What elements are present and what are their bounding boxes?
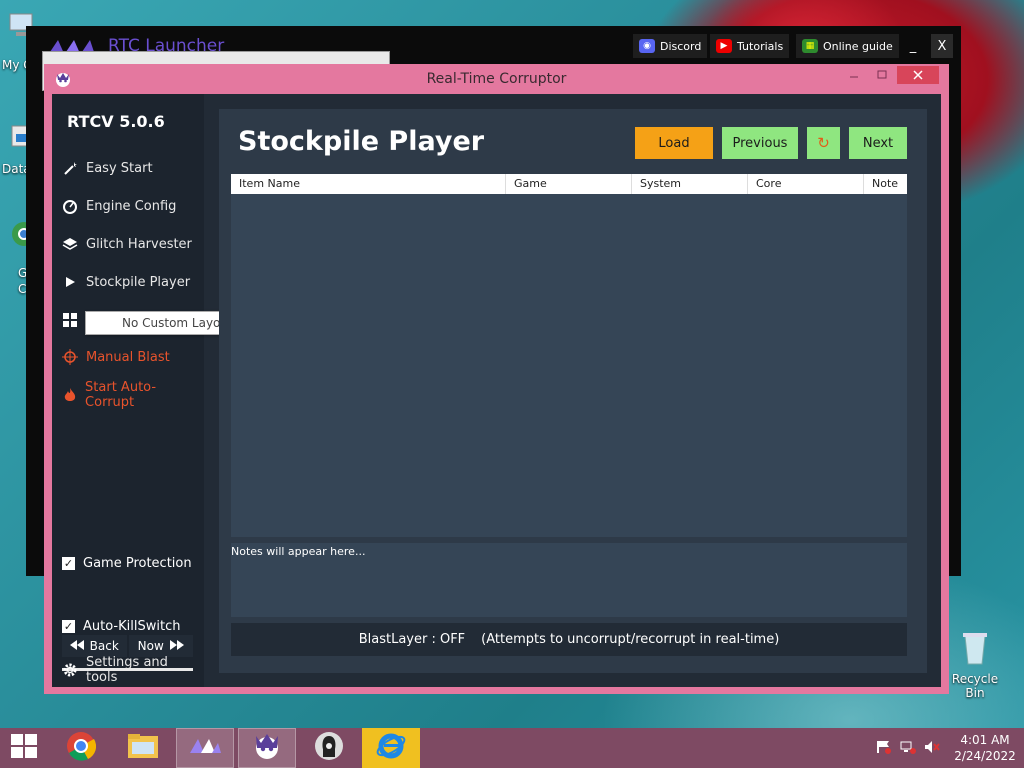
discord-icon: ◉ [639, 39, 655, 53]
nav-label: Easy Start [86, 160, 153, 176]
game-protection-label: Game Protection [83, 556, 192, 571]
table-header: Item Name Game System Core Note [231, 174, 907, 194]
notes-field[interactable]: Notes will appear here... [231, 543, 907, 617]
settings-label: Settings and tools [86, 655, 168, 685]
hooded-figure-icon [314, 731, 344, 765]
gauge-icon [62, 198, 78, 214]
rtc-app-icon [252, 731, 282, 765]
previous-button[interactable]: Previous [722, 127, 798, 159]
column-header-item-name[interactable]: Item Name [231, 174, 506, 194]
discord-label: Discord [660, 39, 702, 53]
internet-explorer-icon [376, 731, 406, 765]
refresh-button[interactable]: ↻ [807, 127, 840, 159]
window-title: Real-Time Corruptor [426, 71, 567, 87]
column-header-game[interactable]: Game [506, 174, 632, 194]
column-header-core[interactable]: Core [748, 174, 864, 194]
clock-date: 2/24/2022 [954, 749, 1016, 763]
system-tray: 4:01 AM 2/24/2022 [876, 728, 1024, 768]
nav-label: Start Auto-Corrupt [85, 380, 157, 410]
nav-label: Engine Config [86, 198, 177, 214]
gear-icon [62, 662, 78, 678]
chrome-icon [66, 731, 97, 765]
game-protection-toggle[interactable]: ✓ Game Protection [62, 556, 192, 571]
youtube-icon: ▶ [716, 39, 732, 53]
now-label: Now [137, 639, 164, 653]
desktop-icon-label: Recycle Bin [951, 672, 999, 700]
desktop-icon-recycle-bin[interactable]: Recycle Bin [944, 630, 1006, 700]
rtc-titlebar[interactable]: Real-Time Corruptor [44, 64, 949, 94]
nav-label: Manual Blast [86, 349, 170, 365]
rtc-launcher-icon [188, 737, 222, 759]
rewind-icon [69, 639, 84, 653]
launcher-close-button[interactable]: X [931, 34, 953, 58]
taskbar-rtc-launcher[interactable] [176, 728, 234, 768]
online-guide-button[interactable]: ▦ Online guide [796, 34, 899, 58]
rtc-body: RTCV 5.0.6 Easy Start Engine Config Glit… [52, 94, 941, 687]
grid-icon [62, 312, 78, 328]
tutorials-label: Tutorials [737, 39, 784, 53]
load-button[interactable]: Load [635, 127, 713, 159]
online-guide-label: Online guide [823, 39, 893, 53]
close-button[interactable] [897, 66, 939, 84]
page-title: Stockpile Player [238, 126, 485, 157]
taskbar-file-explorer[interactable] [114, 728, 172, 768]
taskbar-chrome[interactable] [52, 728, 110, 768]
fast-forward-icon [169, 639, 184, 653]
discord-button[interactable]: ◉ Discord [633, 34, 708, 58]
auto-killswitch-checkbox[interactable]: ✓ [62, 620, 75, 633]
taskbar-rtc[interactable] [238, 728, 296, 768]
blastlayer-bar[interactable]: BlastLayer : OFF (Attempts to uncorrupt/… [231, 623, 907, 656]
folder-icon [126, 732, 160, 764]
nav-label: Stockpile Player [86, 274, 191, 290]
stockpile-player-panel: Stockpile Player Load Previous ↻ Next It… [219, 109, 927, 673]
clock[interactable]: 4:01 AM 2/24/2022 [950, 732, 1020, 764]
action-center-flag-icon[interactable] [876, 740, 892, 757]
nav-glitch-harvester[interactable]: Glitch Harvester [56, 228, 198, 260]
nav-start-auto-corrupt[interactable]: Start Auto-Corrupt [56, 379, 198, 411]
notes-placeholder: Notes will appear here... [231, 545, 366, 558]
back-label: Back [89, 639, 119, 653]
fire-icon [62, 387, 77, 403]
crosshair-icon [62, 349, 78, 365]
taskbar-internet-explorer[interactable] [362, 728, 420, 768]
refresh-icon: ↻ [817, 134, 830, 152]
clock-time: 4:01 AM [960, 733, 1010, 747]
nav-stockpile-player[interactable]: Stockpile Player [56, 266, 198, 298]
nav-label: Glitch Harvester [86, 236, 192, 252]
blastlayer-hint: (Attempts to uncorrupt/recorrupt in real… [481, 632, 780, 647]
minimize-button[interactable] [844, 66, 864, 84]
network-icon[interactable] [900, 740, 916, 757]
launcher-minimize-button[interactable]: _ [902, 34, 924, 58]
column-header-note[interactable]: Note [864, 174, 907, 194]
version-label: RTCV 5.0.6 [67, 112, 165, 131]
tutorials-button[interactable]: ▶ Tutorials [710, 34, 790, 58]
windows-logo-icon [11, 734, 37, 762]
maximize-button[interactable] [870, 66, 894, 84]
blastlayer-status: BlastLayer : OFF [358, 632, 466, 647]
auto-killswitch-toggle[interactable]: ✓ Auto-KillSwitch [62, 619, 180, 634]
game-protection-checkbox[interactable]: ✓ [62, 557, 75, 570]
play-icon [62, 274, 78, 290]
magic-wand-icon [62, 160, 78, 176]
auto-killswitch-label: Auto-KillSwitch [83, 619, 181, 634]
volume-muted-icon[interactable] [924, 740, 940, 757]
start-button[interactable] [0, 728, 53, 768]
nav-engine-config[interactable]: Engine Config [56, 190, 198, 222]
guide-icon: ▦ [802, 39, 818, 53]
rtc-window: Real-Time Corruptor RTCV 5.0.6 Easy Star… [44, 64, 949, 694]
stockpile-table[interactable]: Item Name Game System Core Note [231, 174, 907, 537]
settings-and-tools-button[interactable]: Settings and tools [56, 654, 198, 686]
taskbar: 4:01 AM 2/24/2022 [0, 728, 1024, 768]
sidebar: RTCV 5.0.6 Easy Start Engine Config Glit… [52, 94, 304, 687]
nav-manual-blast[interactable]: Manual Blast [56, 341, 198, 373]
layers-icon [62, 236, 78, 252]
nav-easy-start[interactable]: Easy Start [56, 152, 198, 184]
recycle-bin-icon [959, 630, 991, 665]
taskbar-app[interactable] [300, 728, 358, 768]
column-header-system[interactable]: System [632, 174, 748, 194]
next-button[interactable]: Next [849, 127, 907, 159]
